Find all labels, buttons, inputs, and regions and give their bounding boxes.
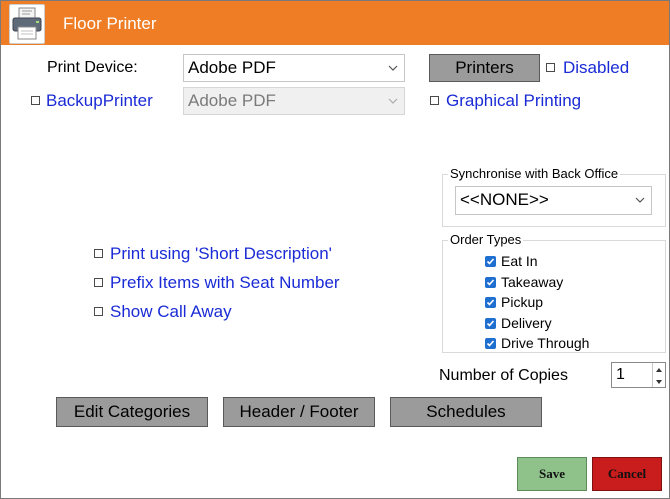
check-icon	[486, 299, 495, 306]
backup-printer-label: BackupPrinter	[46, 91, 153, 110]
check-icon	[486, 320, 495, 327]
print-device-select[interactable]: Adobe PDF	[183, 54, 405, 82]
delivery-label: Delivery	[501, 315, 552, 331]
cancel-button[interactable]: Cancel	[592, 457, 662, 491]
eat-in-label: Eat In	[501, 253, 538, 269]
backup-printer-checkbox[interactable]	[31, 96, 40, 105]
order-types-label: Order Types	[448, 232, 524, 247]
spin-down-icon[interactable]	[653, 375, 665, 387]
chevron-down-icon	[388, 65, 398, 71]
print-device-value: Adobe PDF	[188, 58, 276, 77]
call-away-label: Show Call Away	[110, 302, 232, 321]
short-description-checkbox[interactable]	[94, 249, 103, 258]
takeaway-label: Takeaway	[501, 274, 564, 290]
seat-number-label: Prefix Items with Seat Number	[110, 273, 340, 292]
eat-in-checkbox[interactable]	[485, 256, 496, 267]
backup-printer-select[interactable]: Adobe PDF	[183, 87, 405, 115]
graphical-printing-label: Graphical Printing	[446, 91, 582, 110]
sync-back-office-label: Synchronise with Back Office	[448, 166, 621, 181]
printer-icon	[9, 4, 45, 44]
check-icon	[486, 340, 495, 347]
copies-label: Number of Copies	[439, 367, 568, 384]
drive-through-checkbox[interactable]	[485, 338, 496, 349]
edit-categories-button[interactable]: Edit Categories	[56, 397, 208, 427]
sync-back-office-value: <<NONE>>	[460, 190, 549, 209]
graphical-printing-checkbox[interactable]	[430, 96, 439, 105]
chevron-down-icon	[635, 197, 645, 203]
pickup-checkbox[interactable]	[485, 297, 496, 308]
save-button[interactable]: Save	[517, 457, 587, 491]
copies-spin-buttons	[652, 363, 665, 387]
floor-printer-window: Floor Printer Print Device: Adobe PDF Pr…	[0, 0, 670, 499]
window-title: Floor Printer	[63, 14, 157, 33]
print-device-label: Print Device:	[47, 59, 138, 76]
copies-stepper[interactable]: 1	[611, 362, 666, 388]
copies-value: 1	[616, 366, 625, 383]
sync-back-office-select[interactable]: <<NONE>>	[455, 186, 652, 215]
seat-number-checkbox[interactable]	[94, 278, 103, 287]
drive-through-label: Drive Through	[501, 335, 590, 351]
disabled-checkbox[interactable]	[546, 63, 555, 72]
title-bar: Floor Printer	[1, 1, 669, 45]
check-icon	[486, 258, 495, 265]
backup-printer-value: Adobe PDF	[188, 91, 276, 110]
takeaway-checkbox[interactable]	[485, 277, 496, 288]
schedules-button[interactable]: Schedules	[390, 397, 542, 427]
chevron-down-icon	[388, 98, 398, 104]
delivery-checkbox[interactable]	[485, 318, 496, 329]
call-away-checkbox[interactable]	[94, 307, 103, 316]
check-icon	[486, 279, 495, 286]
disabled-label: Disabled	[563, 58, 630, 77]
header-footer-button[interactable]: Header / Footer	[223, 397, 375, 427]
printers-button[interactable]: Printers	[429, 54, 540, 82]
pickup-label: Pickup	[501, 294, 544, 310]
spin-up-icon[interactable]	[653, 363, 665, 375]
short-description-label: Print using 'Short Description'	[110, 244, 332, 263]
